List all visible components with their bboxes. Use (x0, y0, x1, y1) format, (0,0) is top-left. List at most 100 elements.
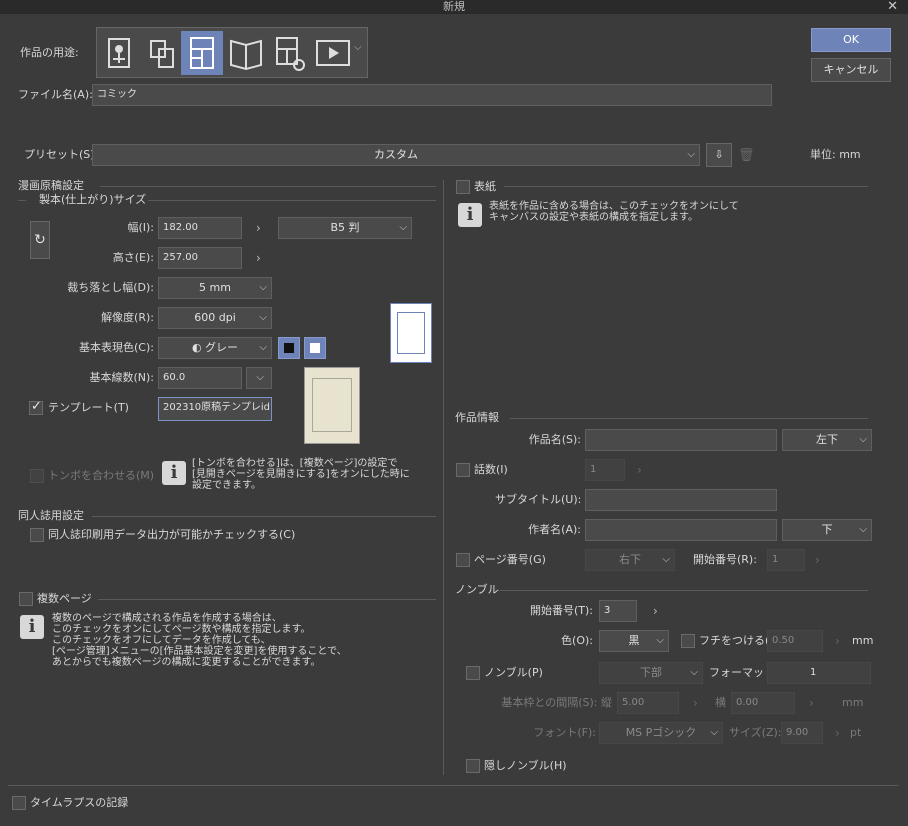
work-title-position-value: 左下 (816, 433, 838, 446)
save-preset-button[interactable]: ⇩ (706, 143, 732, 167)
doujin-section-title: 同人誌用設定 (18, 509, 84, 522)
chevron-down-icon: ⌵ (399, 222, 407, 233)
chevron-right-icon[interactable]: › (809, 692, 814, 714)
timelapse-checkbox[interactable] (12, 796, 26, 810)
section-divider (100, 186, 436, 187)
nombre-gap-unit: mm (842, 696, 864, 709)
hidden-nombre-checkbox[interactable] (466, 759, 480, 773)
nombre-position-select[interactable]: 下部 ⌵ (599, 662, 703, 684)
save-preset-icon: ⇩ (714, 148, 724, 161)
line-count-label: 基本線数(N): (89, 371, 154, 384)
nombre-gap-horizontal-input[interactable]: 0.00 (731, 692, 795, 714)
animation-usage-icon[interactable] (313, 31, 355, 75)
chevron-right-icon[interactable]: › (637, 459, 642, 481)
info-icon: i (162, 461, 186, 485)
template-input[interactable]: 202310原稿テンプレid (158, 397, 272, 421)
chevron-down-icon: ⌵ (259, 342, 267, 353)
rotate-orientation-button[interactable]: ↻ (30, 221, 50, 259)
nombre-size-label: サイズ(Z): (729, 726, 782, 739)
webtoon-usage-icon[interactable] (141, 31, 183, 75)
nombre-size-input[interactable]: 9.00 (781, 722, 823, 744)
nombre-position-value: 下部 (640, 666, 662, 679)
chevron-right-icon[interactable]: › (653, 600, 658, 622)
color-mode-select[interactable]: ◐ グレー ⌵ (158, 337, 272, 359)
width-input[interactable]: 182.00 (158, 217, 242, 239)
tombo-note: [トンボを合わせる]は、[複数ページ]の設定で [見開きページを見開きにする]をオ… (192, 458, 410, 491)
nombre-start-input[interactable]: 3 (599, 600, 637, 622)
cover-note: 表紙を作品に含める場合は、このチェックをオンにして キャンバスの設定や表紙の構成を… (489, 201, 739, 223)
chevron-right-icon[interactable]: › (835, 722, 840, 744)
nombre-color-value: 黒 (628, 634, 640, 647)
section-divider (98, 599, 436, 600)
chevron-down-icon: ⌵ (859, 524, 867, 535)
preset-label: プリセット(S): (24, 148, 99, 161)
color-mode-label: 基本表現色(C): (79, 341, 154, 354)
info-icon: i (458, 203, 482, 227)
page-number-checkbox[interactable] (456, 553, 470, 567)
multipage-checkbox[interactable] (19, 592, 33, 606)
work-title-input[interactable] (585, 429, 777, 451)
illustration-usage-icon[interactable] (99, 31, 141, 75)
chevron-right-icon[interactable]: › (815, 549, 820, 571)
black-color-swatch[interactable] (278, 337, 300, 359)
work-title-position-select[interactable]: 左下 ⌵ (782, 429, 872, 451)
height-input[interactable]: 257.00 (158, 247, 242, 269)
nombre-checkbox[interactable] (466, 666, 480, 680)
tombo-checkbox[interactable] (30, 469, 44, 483)
white-color-swatch[interactable] (304, 337, 326, 359)
comic-usage-icon[interactable] (181, 31, 223, 75)
page-number-position-select[interactable]: 右下 ⌵ (585, 549, 675, 571)
file-name-input[interactable]: コミック (92, 84, 772, 106)
bleed-select[interactable]: 5 mm ⌵ (158, 277, 272, 299)
nombre-border-input[interactable]: 0.50 (767, 630, 823, 652)
episode-checkbox[interactable] (456, 463, 470, 477)
ok-button[interactable]: OK (811, 28, 891, 52)
page-number-label: ページ番号(G) (474, 553, 546, 566)
preset-value: カスタム (374, 148, 418, 161)
author-position-select[interactable]: 下 ⌵ (782, 519, 872, 541)
line-count-dropdown[interactable]: ⌵ (246, 367, 272, 389)
cover-checkbox[interactable] (456, 180, 470, 194)
nombre-gap-horizontal-label: 横 (715, 696, 726, 709)
nombre-color-label: 色(O): (561, 634, 593, 647)
size-preset-select[interactable]: B5 判 ⌵ (278, 217, 412, 239)
cancel-button[interactable]: キャンセル (811, 58, 891, 82)
subtitle-input[interactable] (585, 489, 777, 511)
chevron-down-icon: ⌵ (859, 434, 867, 445)
size-section-title: 製本(仕上がり)サイズ (39, 193, 147, 206)
section-divider (18, 200, 26, 201)
nombre-gap-vertical-input[interactable]: 5.00 (617, 692, 679, 714)
book-usage-icon[interactable] (225, 31, 267, 75)
multipage-label: 複数ページ (37, 592, 92, 605)
nombre-border-checkbox[interactable] (681, 634, 695, 648)
start-number-input[interactable]: 1 (767, 549, 805, 571)
resolution-select[interactable]: 600 dpi ⌵ (158, 307, 272, 329)
author-input[interactable] (585, 519, 777, 541)
episode-input[interactable]: 1 (585, 459, 625, 481)
color-mode-value: グレー (205, 341, 239, 354)
line-count-input[interactable]: 60.0 (158, 367, 242, 389)
chevron-right-icon[interactable]: › (256, 247, 261, 269)
print-settings-usage-icon[interactable] (269, 31, 311, 75)
chevron-right-icon[interactable]: › (693, 692, 698, 714)
chevron-down-icon: ⌵ (259, 312, 267, 323)
close-icon[interactable]: ✕ (887, 0, 898, 14)
nombre-color-select[interactable]: 黒 ⌵ (599, 630, 669, 652)
bleed-value: 5 mm (199, 281, 231, 294)
nombre-label: ノンブル(P) (484, 666, 543, 679)
nombre-font-select[interactable]: MS Pゴシック ⌵ (599, 722, 723, 744)
section-divider (504, 186, 868, 187)
chevron-down-icon[interactable]: ⌵ (354, 42, 362, 53)
chevron-down-icon: ⌵ (656, 635, 664, 646)
column-divider (443, 180, 444, 775)
nombre-format-input[interactable]: 1 (767, 662, 871, 684)
chevron-right-icon[interactable]: › (256, 217, 261, 239)
chevron-right-icon[interactable]: › (835, 630, 840, 652)
doujin-checkbox[interactable] (30, 528, 44, 542)
author-position-value: 下 (821, 523, 833, 536)
template-checkbox[interactable] (29, 399, 43, 415)
unit-label: 単位: mm (810, 148, 861, 161)
bottom-divider (8, 785, 898, 786)
preset-select[interactable]: カスタム ⌵ (92, 144, 700, 166)
trash-icon[interactable]: 🗑 (738, 146, 756, 166)
